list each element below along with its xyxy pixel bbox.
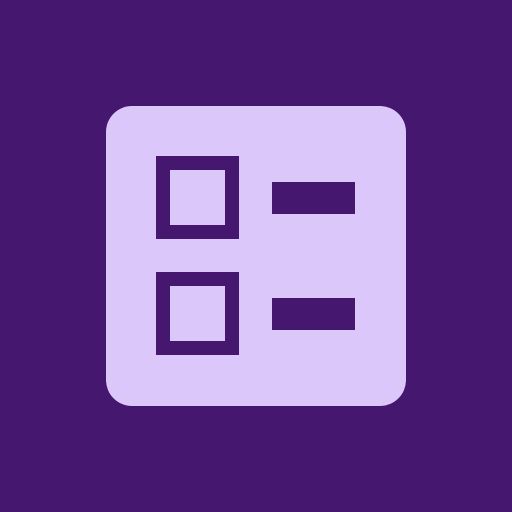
app-icon-canvas (0, 0, 512, 512)
list-line-icon (272, 182, 355, 214)
checklist-icon (106, 106, 406, 406)
checkbox-icon (156, 156, 239, 239)
list-line-icon (272, 298, 355, 330)
checkbox-icon (156, 272, 239, 355)
